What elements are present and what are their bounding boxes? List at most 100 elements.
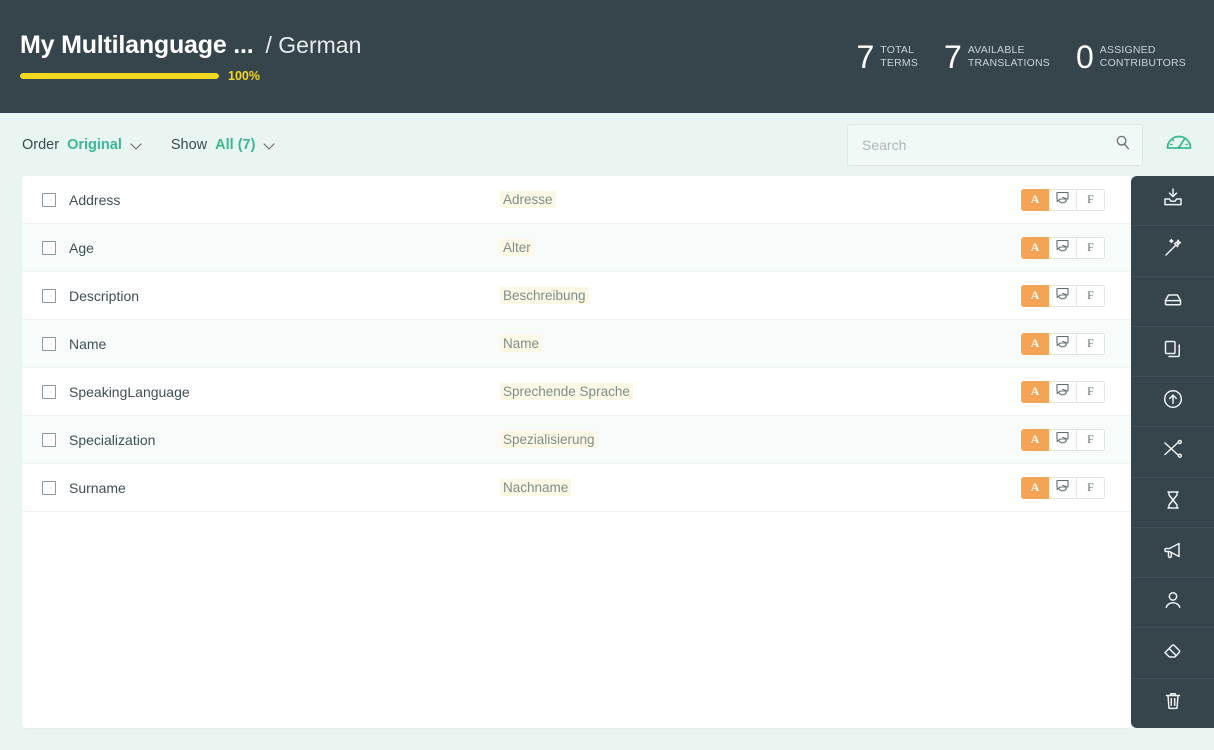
comment-button[interactable]: [1049, 188, 1077, 211]
stat-label: TOTAL TERMS: [880, 43, 919, 69]
translation-cell[interactable]: Spezialisierung: [489, 430, 1021, 449]
eraser-icon: [1161, 639, 1185, 668]
approve-button[interactable]: A: [1021, 380, 1049, 403]
comment-icon: [1055, 191, 1070, 208]
copy-icon: [1161, 337, 1185, 366]
show-value[interactable]: All (7): [215, 137, 255, 153]
stat-value: 0: [1075, 38, 1094, 75]
search-input[interactable]: [847, 123, 1143, 166]
progress-percent-label: 100%: [228, 68, 260, 83]
hourglass-icon: [1161, 488, 1185, 517]
row-checkbox[interactable]: [42, 240, 56, 255]
translation-cell[interactable]: Nachname: [489, 478, 1021, 497]
user-icon: [1161, 588, 1185, 617]
order-control[interactable]: Order Original: [22, 137, 141, 153]
translation-cell[interactable]: Adresse: [489, 190, 1021, 209]
translation-cell[interactable]: Alter: [489, 238, 1021, 257]
translation-text[interactable]: Spezialisierung: [500, 430, 598, 448]
table-row[interactable]: Name Name A F: [22, 320, 1131, 368]
table-row[interactable]: Description Beschreibung A F: [22, 272, 1131, 320]
flag-button[interactable]: F: [1077, 380, 1105, 403]
translation-text[interactable]: Alter: [500, 238, 534, 256]
flag-button[interactable]: F: [1077, 428, 1105, 451]
row-actions: AF: [1021, 236, 1105, 259]
comment-icon: [1055, 239, 1070, 256]
translation-text[interactable]: Sprechende Sprache: [500, 382, 633, 400]
chevron-down-icon[interactable]: [132, 140, 141, 149]
flag-button[interactable]: F: [1077, 332, 1105, 355]
flag-button[interactable]: F: [1077, 476, 1105, 499]
comment-button[interactable]: [1049, 428, 1077, 451]
row-actions: AF: [1021, 428, 1105, 451]
translation-text[interactable]: Name: [500, 334, 543, 352]
flag-button[interactable]: F: [1077, 284, 1105, 307]
breadcrumb-language: / German: [265, 31, 362, 58]
table-row[interactable]: Address Adresse A F: [22, 176, 1131, 224]
flag-button[interactable]: F: [1077, 236, 1105, 259]
sidebar-item-import[interactable]: [1131, 176, 1214, 227]
table-row[interactable]: SpeakingLanguage Sprechende Sprache A F: [22, 368, 1131, 416]
approve-button[interactable]: A: [1021, 284, 1049, 307]
comment-icon: [1055, 335, 1070, 352]
sidebar-item-auto-translate[interactable]: [1131, 226, 1214, 277]
page-title: My Multilanguage ...: [20, 30, 254, 59]
term-label: Description: [69, 287, 140, 304]
sidebar-item-history[interactable]: [1131, 478, 1214, 528]
comment-button[interactable]: [1049, 476, 1077, 499]
term-label: Address: [69, 191, 121, 208]
row-checkbox[interactable]: [42, 384, 56, 399]
chevron-down-icon[interactable]: [265, 140, 274, 149]
row-actions: AF: [1021, 380, 1105, 403]
sidebar-item-publish[interactable]: [1131, 377, 1214, 428]
search-box[interactable]: [847, 123, 1143, 166]
comment-button[interactable]: [1049, 380, 1077, 403]
term-label: Age: [69, 239, 94, 256]
term-label: Surname: [69, 479, 126, 496]
translation-cell[interactable]: Sprechende Sprache: [489, 382, 1021, 401]
row-checkbox[interactable]: [42, 192, 56, 207]
sidebar-item-shuffle[interactable]: [1131, 427, 1214, 478]
show-control[interactable]: Show All (7): [171, 137, 275, 153]
dashboard-gauge-button[interactable]: [1157, 123, 1201, 167]
approve-button[interactable]: A: [1021, 188, 1049, 211]
approve-button[interactable]: A: [1021, 236, 1049, 259]
comment-button[interactable]: [1049, 236, 1077, 259]
row-checkbox[interactable]: [42, 336, 56, 351]
sidebar-item-delete[interactable]: [1131, 679, 1214, 728]
approve-button[interactable]: A: [1021, 428, 1049, 451]
row-actions: AF: [1021, 476, 1105, 499]
progress-row: 100%: [20, 69, 361, 83]
import-icon: [1161, 186, 1185, 215]
sidebar-item-assign-user[interactable]: [1131, 578, 1214, 629]
sidebar-item-clear[interactable]: [1131, 628, 1214, 679]
translation-cell[interactable]: Name: [489, 334, 1021, 353]
filter-toolbar: Order Original Show All (7): [0, 113, 1214, 176]
megaphone-icon: [1161, 538, 1185, 567]
trash-icon: [1161, 689, 1185, 718]
comment-button[interactable]: [1049, 332, 1077, 355]
row-checkbox[interactable]: [42, 288, 56, 303]
show-label: Show: [170, 136, 208, 153]
translation-text[interactable]: Beschreibung: [500, 286, 589, 304]
table-row[interactable]: Age Alter A F: [22, 224, 1131, 272]
sidebar-item-duplicate[interactable]: [1131, 327, 1214, 378]
translation-cell[interactable]: Beschreibung: [489, 286, 1021, 305]
row-actions: AF: [1021, 284, 1105, 307]
flag-button[interactable]: F: [1077, 188, 1105, 211]
order-value[interactable]: Original: [67, 137, 122, 153]
row-checkbox[interactable]: [42, 480, 56, 495]
translation-text[interactable]: Nachname: [500, 478, 572, 496]
table-row[interactable]: Surname Nachname A F: [22, 464, 1131, 512]
translation-text[interactable]: Adresse: [500, 190, 556, 208]
approve-button[interactable]: A: [1021, 332, 1049, 355]
sidebar-item-announce[interactable]: [1131, 528, 1214, 579]
comment-button[interactable]: [1049, 284, 1077, 307]
stat-value: 7: [944, 38, 962, 75]
order-label: Order: [22, 136, 60, 153]
comment-icon: [1055, 383, 1070, 400]
row-checkbox[interactable]: [42, 432, 56, 447]
approve-button[interactable]: A: [1021, 476, 1049, 499]
comment-icon: [1055, 479, 1070, 496]
sidebar-item-archive[interactable]: [1131, 277, 1214, 327]
table-row[interactable]: Specialization Spezialisierung A F: [22, 416, 1131, 464]
